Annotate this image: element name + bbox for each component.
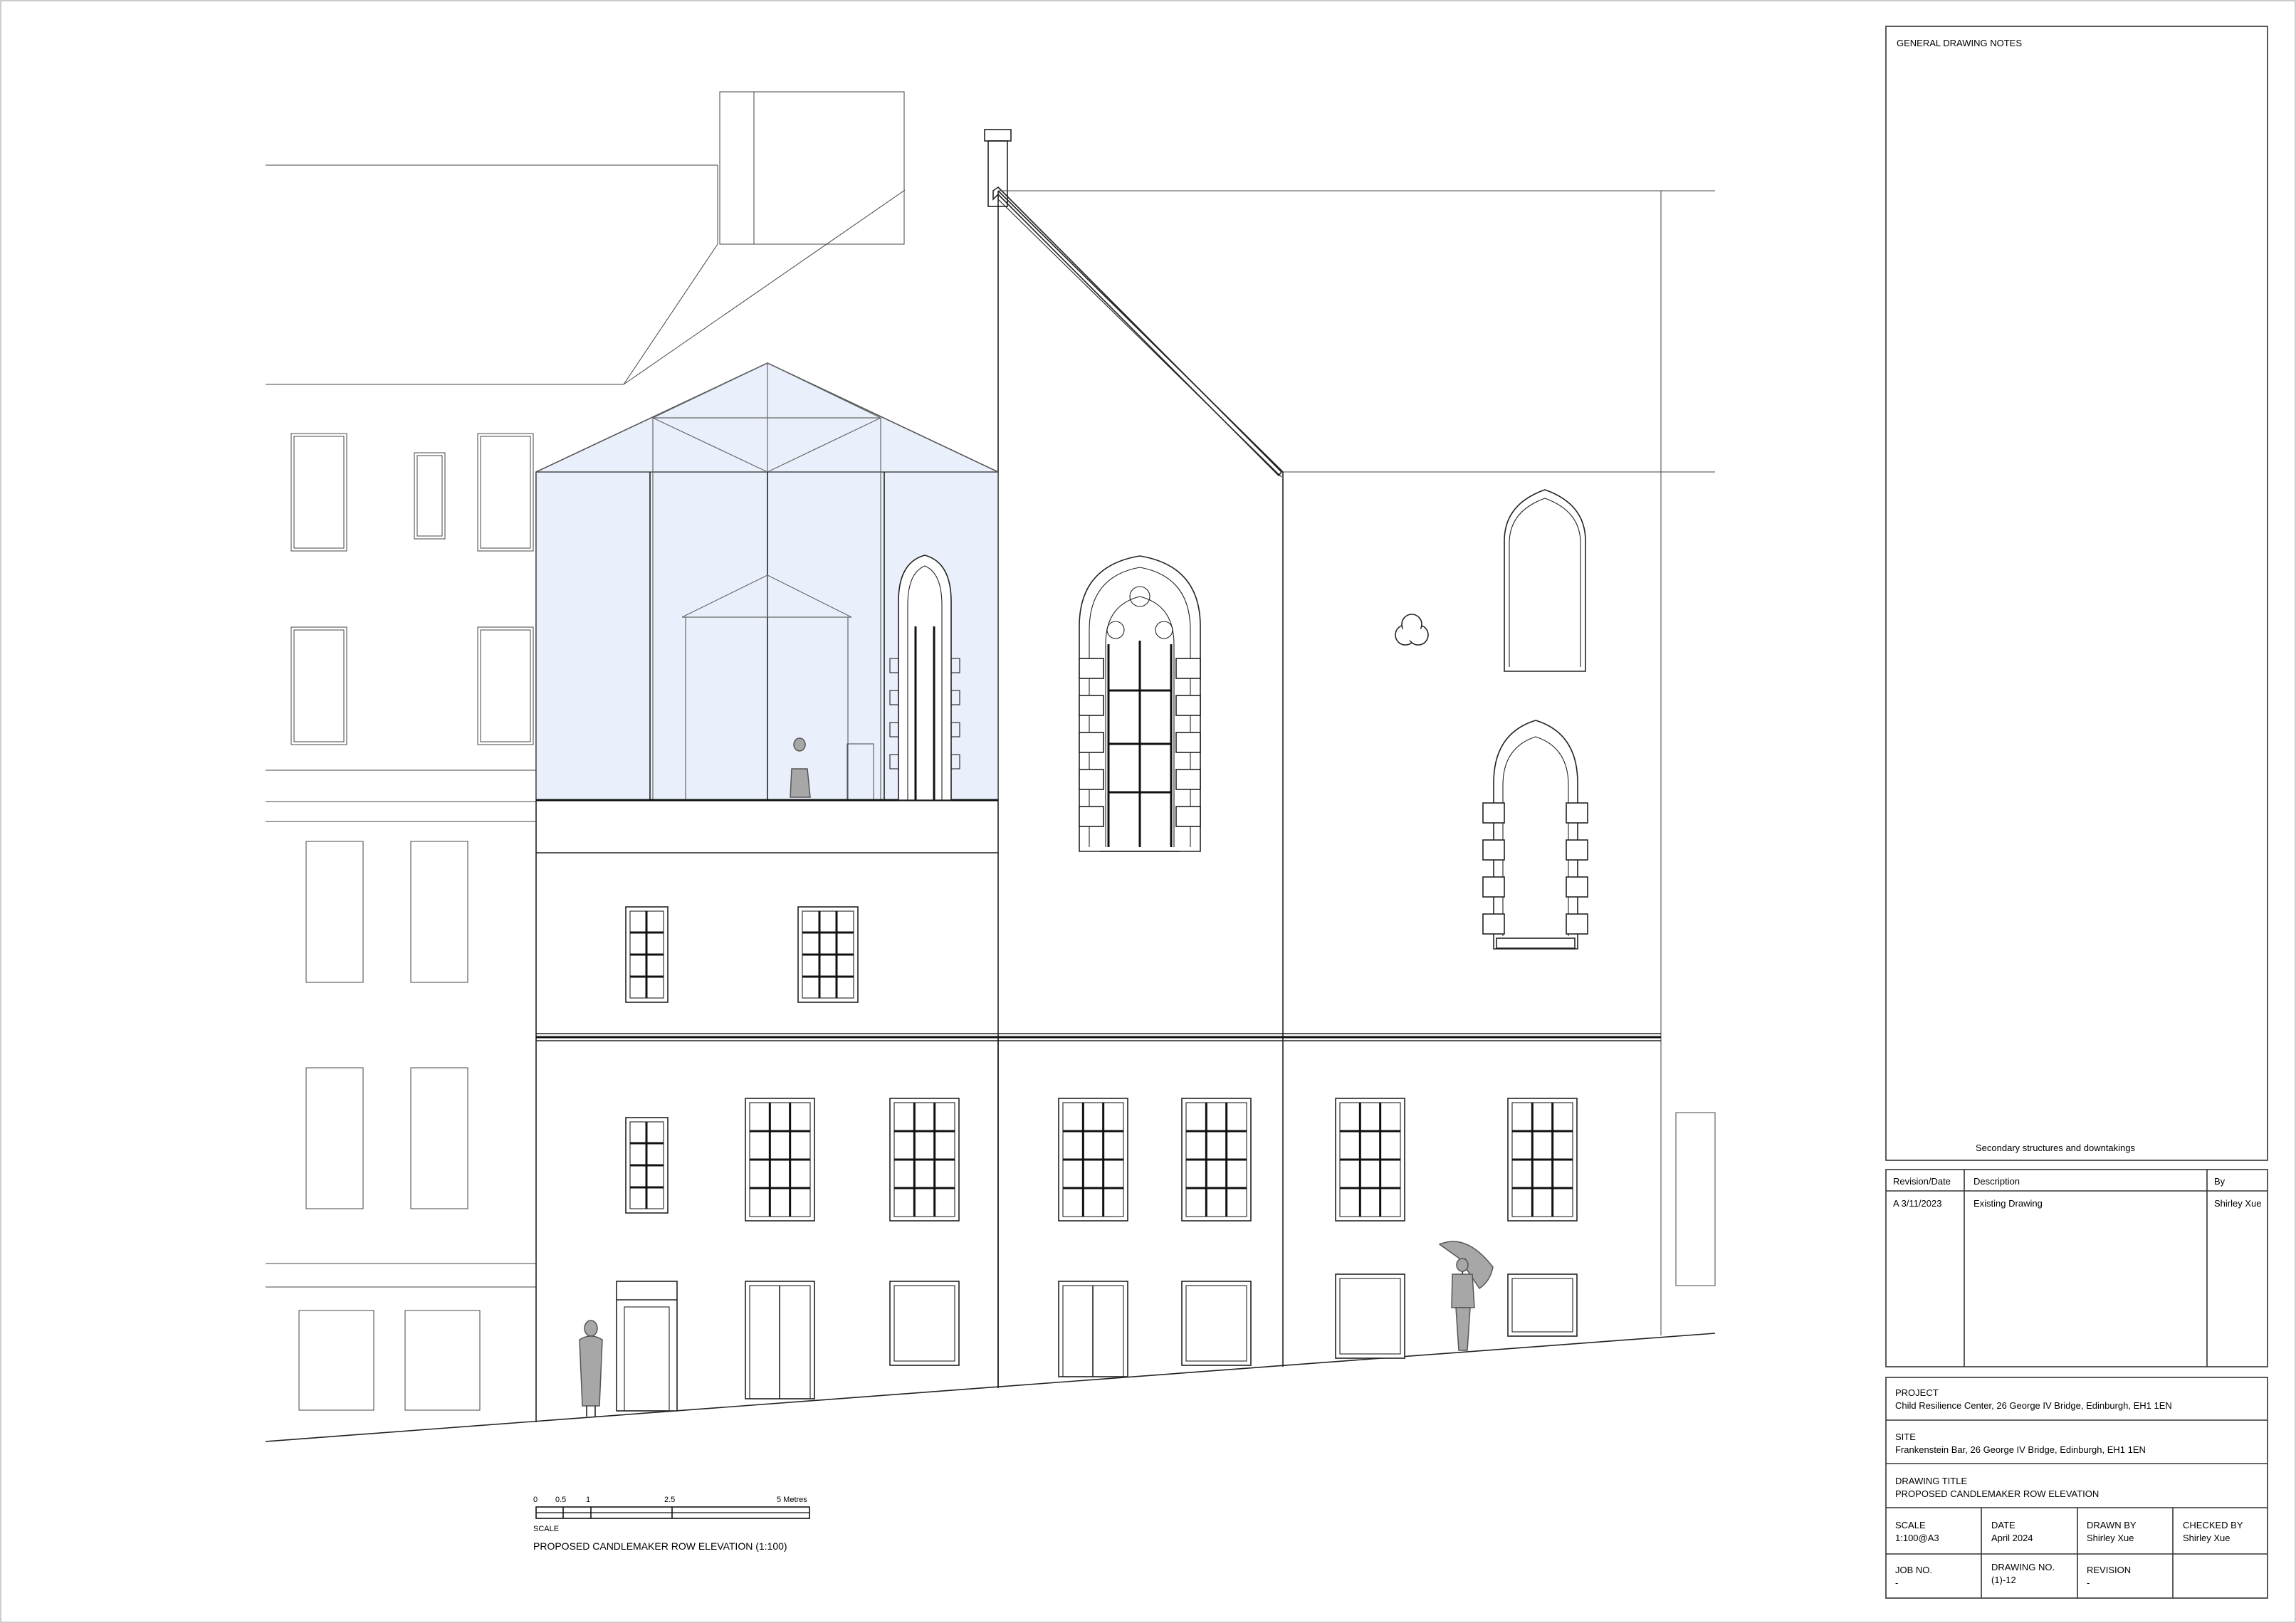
drawing-no-label: DRAWING NO. [1991,1562,2055,1572]
rev-row-desc: Existing Drawing [1973,1198,2043,1209]
notes-panel: GENERAL DRAWING NOTES Secondary structur… [1885,26,2268,1161]
job-no-value: - [1895,1577,1898,1588]
date-label: DATE [1991,1520,2015,1530]
svg-text:0: 0 [533,1496,538,1504]
scale-value: 1:100@A3 [1895,1533,1939,1543]
site-value: Frankenstein Bar, 26 George IV Bridge, E… [1895,1444,2146,1455]
grid-window [745,1098,815,1222]
notes-heading: GENERAL DRAWING NOTES [1897,38,2022,48]
grid-window [1507,1098,1578,1222]
glass-extension [535,362,999,802]
revision-table: Revision/Date Description By A 3/11/2023… [1885,1169,2268,1367]
rev-row-date: A 3/11/2023 [1893,1198,1941,1209]
human-figure-left [579,1320,603,1417]
drawing-title-value: PROPOSED CANDLEMAKER ROW ELEVATION [1895,1488,2099,1499]
grid-window [1335,1098,1405,1222]
project-label: PROJECT [1895,1387,1939,1398]
grid-window [1058,1098,1128,1222]
svg-text:SCALE: SCALE [533,1525,559,1533]
checked-by-label: CHECKED BY [2183,1520,2243,1530]
title-block: PROJECT Child Resilience Center, 26 Geor… [1885,1377,2268,1599]
elevation-drawing: 0 0.5 1 2.5 5 Metres SCALE PROPOSED CAND… [0,0,2296,1623]
svg-text:2.5: 2.5 [664,1496,675,1504]
drawing-title-label: DRAWING TITLE [1895,1476,1967,1486]
job-no-label: JOB NO. [1895,1565,1932,1575]
right-building-openings [1395,489,1588,950]
drawn-by-value: Shirley Xue [2087,1533,2134,1543]
scale-bar: 0 0.5 1 2.5 5 Metres SCALE PROPOSED CAND… [533,1496,810,1552]
project-value: Child Resilience Center, 26 George IV Br… [1895,1400,2172,1411]
drawing-caption: PROPOSED CANDLEMAKER ROW ELEVATION (1:10… [533,1540,787,1552]
ground-floor-windows [625,1117,669,1214]
rev-row-by: Shirley Xue [2214,1198,2261,1209]
rev-header-date: Revision/Date [1893,1176,1951,1187]
human-figure-umbrella [1438,1241,1494,1351]
ground-doors [616,1273,1578,1412]
revision-value: - [2087,1577,2090,1588]
elevation [265,91,1716,1442]
trefoil-icon [1395,614,1429,646]
grid-window [1181,1098,1252,1222]
svg-text:0.5: 0.5 [555,1496,566,1504]
chapel-window-main [1079,555,1201,852]
revision-label: REVISION [2087,1565,2131,1575]
notes-caption: Secondary structures and downtakings [1976,1143,2136,1153]
svg-text:5 Metres: 5 Metres [777,1496,807,1504]
rev-header-by: By [2214,1176,2226,1187]
checked-by-value: Shirley Xue [2183,1533,2230,1543]
rev-header-desc: Description [1973,1176,2020,1187]
svg-text:1: 1 [586,1496,590,1504]
grid-windows [745,1098,1578,1222]
first-floor-windows [625,906,859,1003]
grid-window [889,1098,960,1222]
drawing-no-value: (1)-12 [1991,1575,2016,1585]
scale-label: SCALE [1895,1520,1926,1530]
drawn-by-label: DRAWN BY [2087,1520,2137,1530]
date-value: April 2024 [1991,1533,2033,1543]
site-label: SITE [1895,1432,1916,1442]
